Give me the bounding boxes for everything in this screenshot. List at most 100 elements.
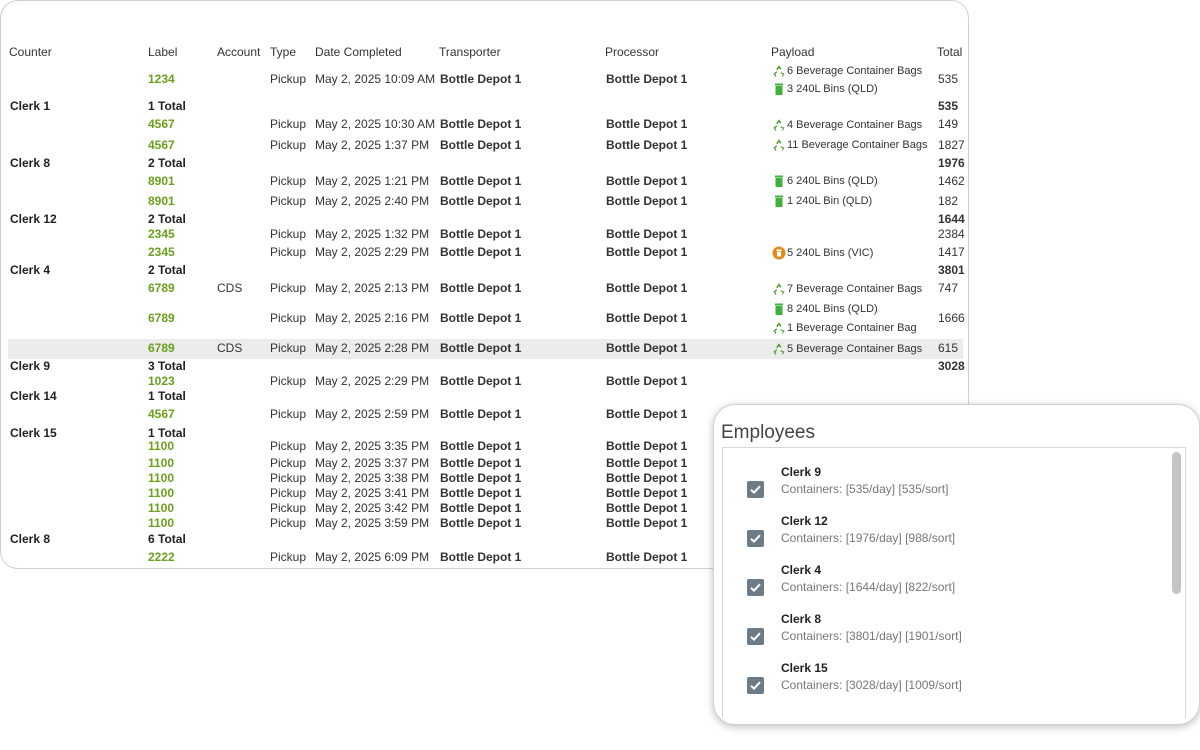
header-counter[interactable]: Counter bbox=[9, 45, 52, 59]
payload-text: 3 240L Bins (QLD) bbox=[787, 83, 878, 95]
row-total: 615 bbox=[938, 341, 959, 355]
row-processor: Bottle Depot 1 bbox=[606, 471, 688, 485]
row-label-link[interactable]: 1100 bbox=[148, 501, 174, 516]
employee-checkbox[interactable] bbox=[747, 481, 764, 498]
payload-item: 8 240L Bins (QLD) bbox=[772, 302, 878, 316]
payload-text: 5 240L Bins (VIC) bbox=[787, 247, 874, 259]
row-label-link[interactable]: 2222 bbox=[148, 550, 175, 565]
row-type: Pickup bbox=[270, 72, 307, 86]
row-transporter: Bottle Depot 1 bbox=[440, 439, 522, 453]
employee-item[interactable]: Clerk 15 Containers: [3028/day] [1009/sor… bbox=[723, 661, 1163, 710]
row-total: 747 bbox=[938, 281, 959, 295]
row-total: 182 bbox=[938, 194, 959, 208]
employees-scrollbar-thumb[interactable] bbox=[1172, 452, 1181, 594]
employee-checkbox[interactable] bbox=[747, 579, 764, 596]
group-count-total: 2 Total bbox=[148, 263, 186, 277]
row-label-link[interactable]: 1100 bbox=[148, 486, 174, 501]
row-processor: Bottle Depot 1 bbox=[606, 486, 688, 500]
row-date-completed: May 2, 2025 3:35 PM bbox=[315, 439, 430, 453]
employee-name: Clerk 8 bbox=[781, 612, 822, 626]
row-transporter: Bottle Depot 1 bbox=[440, 311, 522, 325]
row-processor: Bottle Depot 1 bbox=[606, 227, 688, 241]
group-total-value: 1644 bbox=[938, 212, 965, 226]
row-date-completed: May 2, 2025 3:41 PM bbox=[315, 486, 430, 500]
employees-scrollbar[interactable] bbox=[1172, 452, 1181, 716]
payload-item: 7 Beverage Container Bags bbox=[772, 282, 922, 296]
header-date-completed[interactable]: Date Completed bbox=[315, 45, 402, 59]
row-total: 535 bbox=[938, 72, 959, 86]
recycle-icon bbox=[772, 282, 787, 296]
payload-item: 1 Beverage Container Bag bbox=[772, 321, 917, 335]
header-processor[interactable]: Processor bbox=[605, 45, 659, 59]
employee-item[interactable]: Clerk 9 Containers: [535/day] [535/sort] bbox=[723, 465, 1163, 514]
employees-list[interactable]: Clerk 9 Containers: [535/day] [535/sort] C… bbox=[722, 447, 1186, 718]
row-transporter: Bottle Depot 1 bbox=[440, 72, 522, 86]
row-label-link[interactable]: 8901 bbox=[148, 194, 175, 209]
row-date-completed: May 2, 2025 6:09 PM bbox=[315, 550, 430, 564]
orange-bin-icon bbox=[772, 246, 787, 260]
header-transporter[interactable]: Transporter bbox=[439, 45, 501, 59]
row-label-link[interactable]: 4567 bbox=[148, 138, 175, 153]
group-total-value: 3028 bbox=[938, 359, 965, 373]
employee-item[interactable]: Clerk 12 Containers: [1976/day] [988/sort… bbox=[723, 514, 1163, 563]
group-counter: Clerk 1 bbox=[10, 99, 51, 113]
employee-name: Clerk 9 bbox=[781, 465, 822, 479]
green-bin-icon bbox=[772, 174, 787, 188]
row-label-link[interactable]: 4567 bbox=[148, 117, 175, 132]
row-date-completed: May 2, 2025 2:13 PM bbox=[315, 281, 430, 295]
row-label-link[interactable]: 1100 bbox=[148, 516, 174, 531]
row-processor: Bottle Depot 1 bbox=[606, 72, 688, 86]
employee-item[interactable]: Clerk 4 Containers: [1644/day] [822/sort] bbox=[723, 563, 1163, 612]
row-date-completed: May 2, 2025 2:59 PM bbox=[315, 407, 430, 421]
header-label[interactable]: Label bbox=[148, 45, 177, 59]
group-total-value: 535 bbox=[938, 99, 959, 113]
row-processor: Bottle Depot 1 bbox=[606, 138, 688, 152]
payload-text: 7 Beverage Container Bags bbox=[787, 283, 923, 295]
row-account: CDS bbox=[217, 281, 243, 295]
row-date-completed: May 2, 2025 3:59 PM bbox=[315, 516, 430, 530]
header-payload[interactable]: Payload bbox=[771, 45, 814, 59]
group-counter: Clerk 8 bbox=[10, 156, 51, 170]
employee-item[interactable]: Clerk 8 Containers: [3801/day] [1901/sort… bbox=[723, 612, 1163, 661]
row-type: Pickup bbox=[270, 471, 307, 485]
row-transporter: Bottle Depot 1 bbox=[440, 550, 522, 564]
employee-checkbox[interactable] bbox=[747, 628, 764, 645]
row-label-link[interactable]: 1234 bbox=[148, 72, 175, 87]
row-label-link[interactable]: 6789 bbox=[148, 311, 175, 326]
payload-item: 4 Beverage Container Bags bbox=[772, 118, 922, 132]
row-total: 1827 bbox=[938, 138, 965, 152]
payload-text: 1 240L Bin (QLD) bbox=[787, 195, 873, 207]
employee-checkbox[interactable] bbox=[747, 677, 764, 694]
row-transporter: Bottle Depot 1 bbox=[440, 227, 522, 241]
row-label-link[interactable]: 8901 bbox=[148, 174, 175, 189]
employee-containers: Containers: [3028/day] [1009/sort] bbox=[781, 678, 962, 692]
payload-text: 8 240L Bins (QLD) bbox=[787, 303, 878, 315]
row-label-link[interactable]: 2345 bbox=[148, 227, 175, 242]
row-label-link[interactable]: 1100 bbox=[148, 439, 174, 454]
employee-containers: Containers: [535/day] [535/sort] bbox=[781, 482, 949, 496]
header-type[interactable]: Type bbox=[270, 45, 296, 59]
row-processor: Bottle Depot 1 bbox=[606, 516, 688, 530]
row-type: Pickup bbox=[270, 138, 307, 152]
row-processor: Bottle Depot 1 bbox=[606, 194, 688, 208]
header-total[interactable]: Total bbox=[937, 45, 962, 59]
row-label-link[interactable]: 6789 bbox=[148, 341, 175, 356]
group-counter: Clerk 9 bbox=[10, 359, 51, 373]
row-label-link[interactable]: 1100 bbox=[148, 471, 174, 486]
row-label-link[interactable]: 4567 bbox=[148, 407, 175, 422]
row-date-completed: May 2, 2025 2:16 PM bbox=[315, 311, 430, 325]
row-label-link[interactable]: 1023 bbox=[148, 374, 175, 389]
payload-item: 5 Beverage Container Bags bbox=[772, 342, 922, 356]
checkmark-icon bbox=[750, 485, 761, 495]
header-account[interactable]: Account bbox=[217, 45, 260, 59]
employee-name: Clerk 15 bbox=[781, 661, 828, 675]
employee-checkbox[interactable] bbox=[747, 530, 764, 547]
row-label-link[interactable]: 2345 bbox=[148, 245, 175, 260]
row-processor: Bottle Depot 1 bbox=[606, 501, 688, 515]
row-transporter: Bottle Depot 1 bbox=[440, 138, 522, 152]
row-label-link[interactable]: 6789 bbox=[148, 281, 175, 296]
row-label-link[interactable]: 1100 bbox=[148, 456, 174, 471]
row-type: Pickup bbox=[270, 550, 307, 564]
group-counter: Clerk 8 bbox=[10, 532, 51, 546]
employee-name: Clerk 4 bbox=[781, 563, 822, 577]
